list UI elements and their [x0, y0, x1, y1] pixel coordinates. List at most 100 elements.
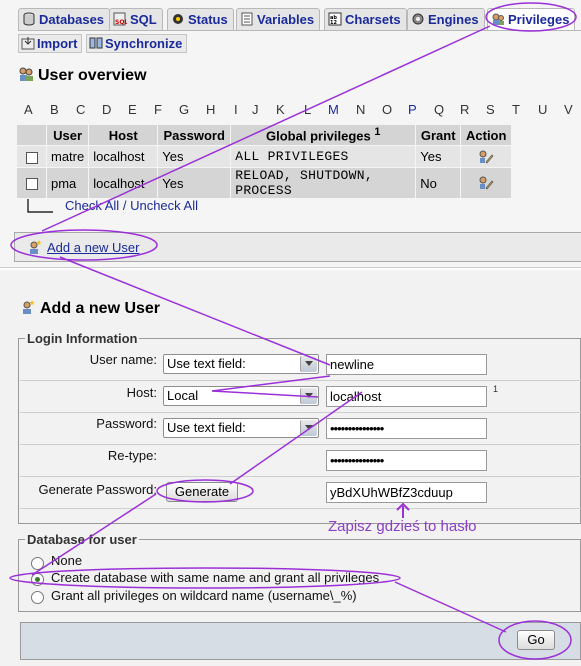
- database-for-user-legend: Database for user: [27, 532, 137, 547]
- letter-link: D: [102, 102, 112, 117]
- cell-host: localhost: [89, 168, 158, 198]
- row-checkbox[interactable]: [25, 178, 38, 191]
- engines-icon: [412, 13, 424, 25]
- radio-wildcard-label: Grant all privileges on wildcard name (u…: [51, 588, 357, 603]
- tab-variables[interactable]: Variables: [236, 8, 321, 30]
- host-type-select[interactable]: Local: [163, 386, 319, 406]
- row-select-cell: [17, 146, 46, 167]
- col-global-privileges-text: Global privileges: [266, 128, 371, 144]
- letter-link: V: [564, 102, 573, 117]
- username-type-select[interactable]: Use text field:: [163, 354, 319, 374]
- letter-link: H: [206, 102, 216, 117]
- add-user-title-text: Add a new User: [40, 300, 161, 317]
- users-table: User Host Password Global privileges 1 G…: [16, 124, 512, 199]
- password-type-value: Use text field:: [167, 420, 246, 435]
- tab-sql[interactable]: SQL SQL: [109, 8, 163, 30]
- username-input[interactable]: newline: [326, 354, 487, 375]
- edit-privileges-icon[interactable]: [478, 149, 494, 165]
- tab-engines[interactable]: Engines: [407, 8, 485, 30]
- host-footnote-marker: 1: [493, 384, 499, 394]
- row-checkbox[interactable]: [25, 151, 38, 164]
- uncheck-all-link[interactable]: Uncheck All: [130, 198, 198, 213]
- svg-text:SQL: SQL: [115, 19, 127, 26]
- letter-link: I: [234, 102, 238, 117]
- host-type-value: Local: [167, 388, 199, 403]
- tabs-divider: [18, 30, 581, 31]
- radio-create-database[interactable]: [31, 573, 44, 586]
- edit-privileges-icon[interactable]: [478, 175, 494, 191]
- col-host: Host: [89, 125, 158, 145]
- add-new-user-link[interactable]: Add a new User: [47, 240, 140, 255]
- radio-create-database-label: Create database with same name and grant…: [51, 570, 380, 585]
- letter-link: F: [154, 102, 162, 117]
- add-user-icon: [23, 300, 35, 314]
- add-user-icon: [30, 240, 42, 254]
- letter-link: C: [76, 102, 86, 117]
- databases-icon: [23, 12, 35, 26]
- generate-password-label: Generate Password:: [38, 482, 157, 497]
- check-separator: /: [122, 198, 127, 213]
- synchronize-icon: [89, 37, 103, 49]
- letter-link-p[interactable]: P: [408, 102, 417, 117]
- add-user-bar: Add a new User: [14, 232, 581, 262]
- tab-synchronize[interactable]: Synchronize: [86, 34, 188, 53]
- add-user-title: Add a new User: [20, 299, 160, 318]
- retype-password-input[interactable]: •••••••••••••••: [326, 450, 487, 471]
- password-input[interactable]: •••••••••••••••: [326, 418, 487, 439]
- host-input[interactable]: localhost: [326, 386, 487, 407]
- tab-status[interactable]: Status: [167, 8, 234, 30]
- check-controls: Check All / Uncheck All: [65, 198, 198, 213]
- letter-link-m[interactable]: M: [328, 102, 339, 117]
- table-row: pma localhost Yes RELOAD, SHUTDOWN, PROC…: [17, 168, 512, 198]
- col-password-text: Password: [163, 127, 225, 143]
- letter-link: L: [304, 102, 312, 117]
- cell-password: Yes: [158, 168, 231, 198]
- tab-import[interactable]: Import: [18, 34, 83, 53]
- import-icon: [21, 37, 35, 50]
- cell-user: matre: [47, 146, 89, 167]
- letter-link: E: [128, 102, 137, 117]
- cell-password: Yes: [158, 146, 231, 167]
- tab-label: Status: [188, 12, 228, 27]
- tab-label: Variables: [257, 12, 315, 27]
- radio-wildcard[interactable]: [31, 591, 44, 604]
- users-icon: [19, 67, 33, 81]
- tab-label: Databases: [39, 12, 105, 27]
- go-button[interactable]: Go: [517, 630, 555, 650]
- col-action: Action: [461, 125, 512, 145]
- check-all-link[interactable]: Check All: [65, 198, 119, 213]
- radio-none[interactable]: [31, 557, 44, 570]
- table-header-row: User Host Password Global privileges 1 G…: [17, 125, 512, 145]
- chevron-down-icon: [300, 388, 317, 404]
- row-divider: [20, 380, 581, 381]
- retype-label: Re-type:: [107, 448, 157, 463]
- row-divider: [20, 508, 581, 509]
- generated-password-input[interactable]: yBdXUhWBfZ3cduup: [326, 482, 487, 503]
- tab-label: Synchronize: [105, 36, 183, 51]
- letter-link: U: [538, 102, 548, 117]
- tab-databases[interactable]: Databases: [18, 8, 111, 30]
- alphabet-filter: A B C D E F G H I J K L M N O P Q R S T …: [14, 102, 581, 120]
- letter-link: T: [512, 102, 520, 117]
- letter-link: B: [50, 102, 59, 117]
- password-type-select[interactable]: Use text field:: [163, 418, 319, 438]
- status-icon: [173, 14, 183, 24]
- letter-link: N: [356, 102, 366, 117]
- letter-link: O: [382, 102, 393, 117]
- tab-label: Charsets: [345, 12, 401, 27]
- sql-icon: SQL: [113, 12, 127, 26]
- tab-privileges[interactable]: Privileges: [487, 8, 576, 30]
- login-information-legend: Login Information: [27, 331, 138, 346]
- generate-button[interactable]: Generate: [166, 482, 238, 502]
- col-user: User: [47, 125, 89, 145]
- table-row: matre localhost Yes ALL PRIVILEGES Yes: [17, 146, 512, 167]
- col-grant: Grant: [416, 125, 461, 145]
- footnote-marker: 1: [374, 126, 381, 139]
- cell-host: localhost: [89, 146, 158, 167]
- col-select: [17, 125, 46, 145]
- tab-label: SQL: [130, 12, 157, 27]
- cell-user: pma: [47, 168, 89, 198]
- row-select-cell: [17, 168, 46, 198]
- cell-grant: Yes: [416, 146, 461, 167]
- tab-charsets[interactable]: ab 12 Charsets: [324, 8, 407, 30]
